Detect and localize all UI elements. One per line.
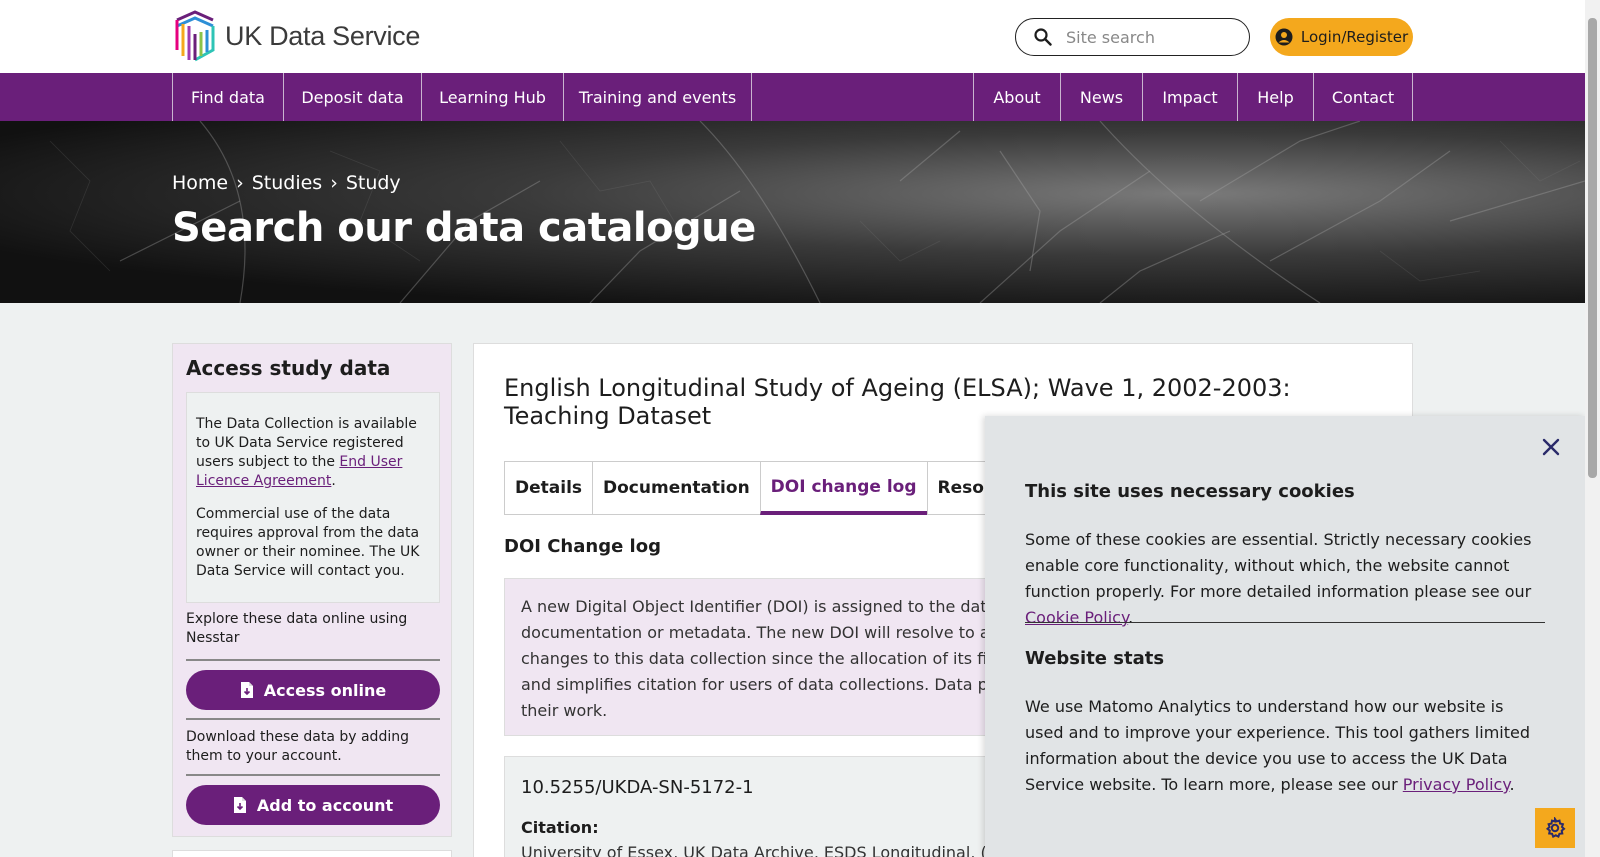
page-scrollbar[interactable] bbox=[1585, 0, 1600, 857]
necessary-cookies-body: Some of these cookies are essential. Str… bbox=[1025, 530, 1532, 601]
gear-icon bbox=[1545, 817, 1566, 838]
cookie-policy-link[interactable]: Cookie Policy bbox=[1025, 608, 1128, 627]
logo-text: UK Data Service bbox=[225, 20, 421, 51]
website-stats-heading: Website stats bbox=[1025, 648, 1165, 669]
tab-details[interactable]: Details bbox=[504, 461, 593, 515]
user-icon bbox=[1275, 28, 1293, 46]
file-download-icon bbox=[233, 797, 246, 813]
availability-box: The Data Collection is available to UK D… bbox=[186, 392, 440, 603]
study-tabs: Details Documentation DOI change log Res… bbox=[504, 461, 1048, 515]
add-to-account-button[interactable]: Add to account bbox=[186, 785, 440, 825]
necessary-cookies-heading: This site uses necessary cookies bbox=[1025, 481, 1355, 502]
privacy-policy-link[interactable]: Privacy Policy bbox=[1403, 775, 1510, 794]
page-title: Search our data catalogue bbox=[172, 205, 756, 251]
cookie-settings-button[interactable] bbox=[1535, 808, 1575, 848]
nav-training-events[interactable]: Training and events bbox=[563, 73, 752, 121]
section-heading: DOI Change log bbox=[504, 536, 661, 557]
tab-doi-change-log[interactable]: DOI change log bbox=[759, 461, 927, 515]
breadcrumb-study: Study bbox=[345, 172, 401, 194]
availability-text: The Data Collection is available to UK D… bbox=[196, 415, 431, 491]
site-logo[interactable]: UK Data Service bbox=[171, 10, 420, 62]
close-icon[interactable] bbox=[1540, 436, 1562, 458]
nav-deposit-data[interactable]: Deposit data bbox=[283, 73, 421, 121]
logo-cube-icon bbox=[175, 10, 215, 62]
access-study-heading: Access study data bbox=[186, 356, 391, 380]
add-to-account-label: Add to account bbox=[256, 795, 394, 815]
search-icon[interactable] bbox=[1034, 28, 1052, 46]
sidebar-secondary-panel bbox=[172, 850, 452, 857]
nav-news[interactable]: News bbox=[1060, 73, 1142, 121]
nav-find-data[interactable]: Find data bbox=[172, 73, 283, 121]
divider bbox=[1025, 622, 1545, 623]
commercial-use-text: Commercial use of the data requires appr… bbox=[196, 506, 420, 579]
nav-contact[interactable]: Contact bbox=[1313, 73, 1413, 121]
chevron-right-icon: › bbox=[330, 172, 338, 194]
search-input[interactable] bbox=[1066, 27, 1236, 47]
breadcrumb-home[interactable]: Home bbox=[172, 172, 228, 194]
chevron-right-icon: › bbox=[236, 172, 244, 194]
nav-help[interactable]: Help bbox=[1237, 73, 1313, 121]
site-header: UK Data Service Login/Register bbox=[0, 0, 1585, 73]
nav-learning-hub[interactable]: Learning Hub bbox=[421, 73, 563, 121]
divider bbox=[186, 659, 440, 661]
download-text: Download these data by adding them to yo… bbox=[186, 729, 409, 764]
nav-impact[interactable]: Impact bbox=[1142, 73, 1237, 121]
main-navigation: Find data Deposit data Learning Hub Trai… bbox=[0, 73, 1585, 121]
breadcrumb: Home › Studies › Study bbox=[172, 172, 401, 194]
file-icon bbox=[240, 682, 253, 698]
nav-about[interactable]: About bbox=[973, 73, 1060, 121]
explore-online-text: Explore these data online using Nesstar bbox=[186, 611, 408, 646]
divider bbox=[186, 774, 440, 776]
cookie-consent-panel: This site uses necessary cookies Some of… bbox=[985, 416, 1585, 857]
access-study-data-panel: Access study data The Data Collection is… bbox=[172, 343, 452, 837]
login-register-button[interactable]: Login/Register bbox=[1270, 18, 1413, 56]
availability-suffix: . bbox=[331, 473, 336, 489]
login-register-label: Login/Register bbox=[1300, 28, 1409, 46]
necessary-cookies-text: Some of these cookies are essential. Str… bbox=[1025, 530, 1532, 627]
divider bbox=[186, 718, 440, 720]
access-online-button[interactable]: Access online bbox=[186, 670, 440, 710]
access-online-label: Access online bbox=[263, 680, 387, 700]
breadcrumb-studies[interactable]: Studies bbox=[252, 172, 322, 194]
scrollbar-thumb[interactable] bbox=[1588, 18, 1597, 478]
tab-documentation[interactable]: Documentation bbox=[592, 461, 760, 515]
website-stats-text: We use Matomo Analytics to understand ho… bbox=[1025, 697, 1530, 794]
site-search[interactable] bbox=[1015, 18, 1250, 56]
